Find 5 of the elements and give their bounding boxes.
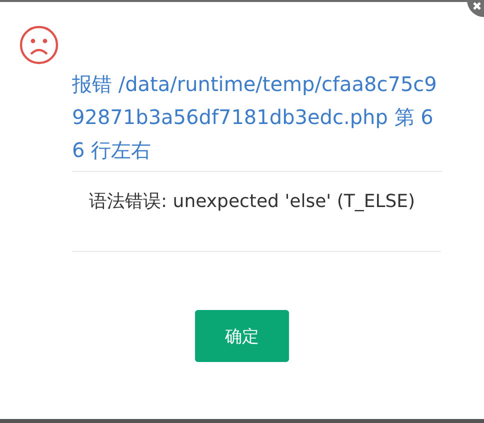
confirm-button[interactable]: 确定: [195, 310, 289, 362]
error-title: 报错 /data/runtime/temp/cfaa8c75c992871b3a56df7181db3edc.php 第 66 行左右: [72, 68, 442, 172]
close-button[interactable]: [464, 0, 484, 20]
sad-face-icon: [18, 24, 60, 66]
error-message: 语法错误: unexpected 'else' (T_ELSE): [72, 172, 441, 252]
